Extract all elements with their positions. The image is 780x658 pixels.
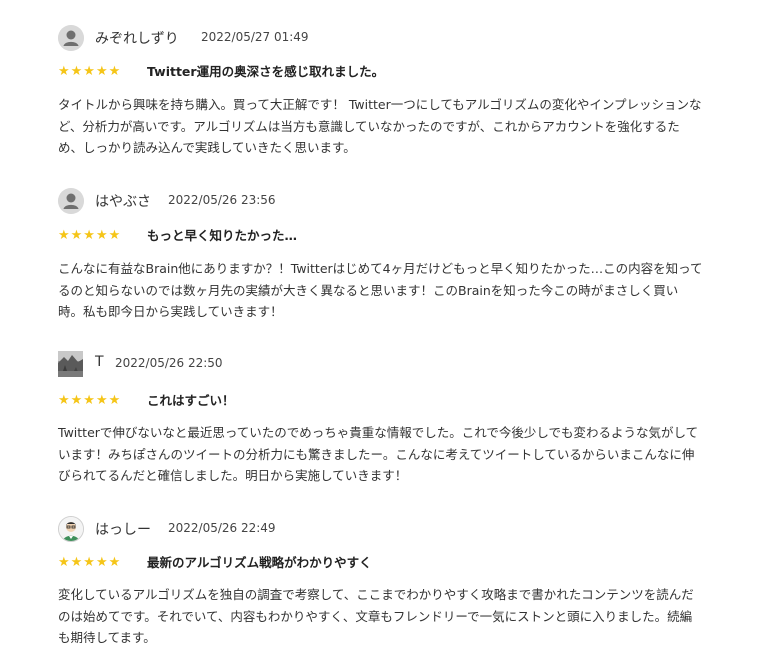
review-title: これはすごい！ [147,393,235,408]
star-rating-icon: ★★★★★ [58,64,122,79]
review-date: 2022/05/26 22:49 [168,521,276,535]
star-rating-icon: ★★★★★ [58,228,122,243]
review-header: T 2022/05/26 22:50 [58,351,748,381]
review-header: はやぶさ 2022/05/26 23:56 [58,188,748,218]
reviewer-name[interactable]: みぞれしずり [95,28,179,48]
rating-row: ★★★★★ Twitter運用の奥深さを感じ取れました。 [58,63,748,83]
photo-avatar[interactable] [58,351,83,377]
rating-row: ★★★★★ もっと早く知りたかった… [58,227,748,247]
review-title: Twitter運用の奥深さを感じ取れました。 [147,64,385,79]
review-item: はっしー 2022/05/26 22:49 ★★★★★ 最新のアルゴリズム戦略が… [58,516,748,645]
reviewer-name[interactable]: はやぶさ [95,191,151,211]
review-header: みぞれしずり 2022/05/27 01:49 [58,25,748,55]
rating-row: ★★★★★ これはすごい！ [58,392,748,412]
star-rating-icon: ★★★★★ [58,393,122,408]
review-body: タイトルから興味を持ち購入。買って大正解です！ Twitter一つにしてもアルゴ… [58,97,702,155]
review-list: みぞれしずり 2022/05/27 01:49 ★★★★★ Twitter運用の… [0,0,780,658]
rating-row: ★★★★★ 最新のアルゴリズム戦略がわかりやすく [58,554,748,574]
review-body: こんなに有益なBrain他にありますか？！Twitterはじめて4ヶ月だけどもっ… [58,261,703,319]
star-rating-icon: ★★★★★ [58,555,122,570]
illustrated-avatar[interactable] [58,516,84,542]
review-date: 2022/05/26 22:50 [115,356,223,370]
review-body: Twitterで伸びないなと最近思っていたのでめっちゃ貴重な情報でした。これで今… [58,425,699,483]
review-header: はっしー 2022/05/26 22:49 [58,516,748,546]
default-user-icon[interactable] [58,25,84,51]
review-item: はやぶさ 2022/05/26 23:56 ★★★★★ もっと早く知りたかった…… [58,188,748,319]
default-user-icon[interactable] [58,188,84,214]
review-item: T 2022/05/26 22:50 ★★★★★ これはすごい！ Twitter… [58,351,748,483]
reviewer-name[interactable]: はっしー [95,519,151,539]
review-title: 最新のアルゴリズム戦略がわかりやすく [147,555,372,570]
review-body: 変化しているアルゴリズムを独自の調査で考察して、ここまでわかりやすく攻略まで書か… [58,587,694,645]
reviewer-name[interactable]: T [95,354,104,370]
review-item: みぞれしずり 2022/05/27 01:49 ★★★★★ Twitter運用の… [58,25,748,155]
review-date: 2022/05/26 23:56 [168,193,276,207]
review-date: 2022/05/27 01:49 [201,30,309,44]
review-title: もっと早く知りたかった… [147,228,298,243]
